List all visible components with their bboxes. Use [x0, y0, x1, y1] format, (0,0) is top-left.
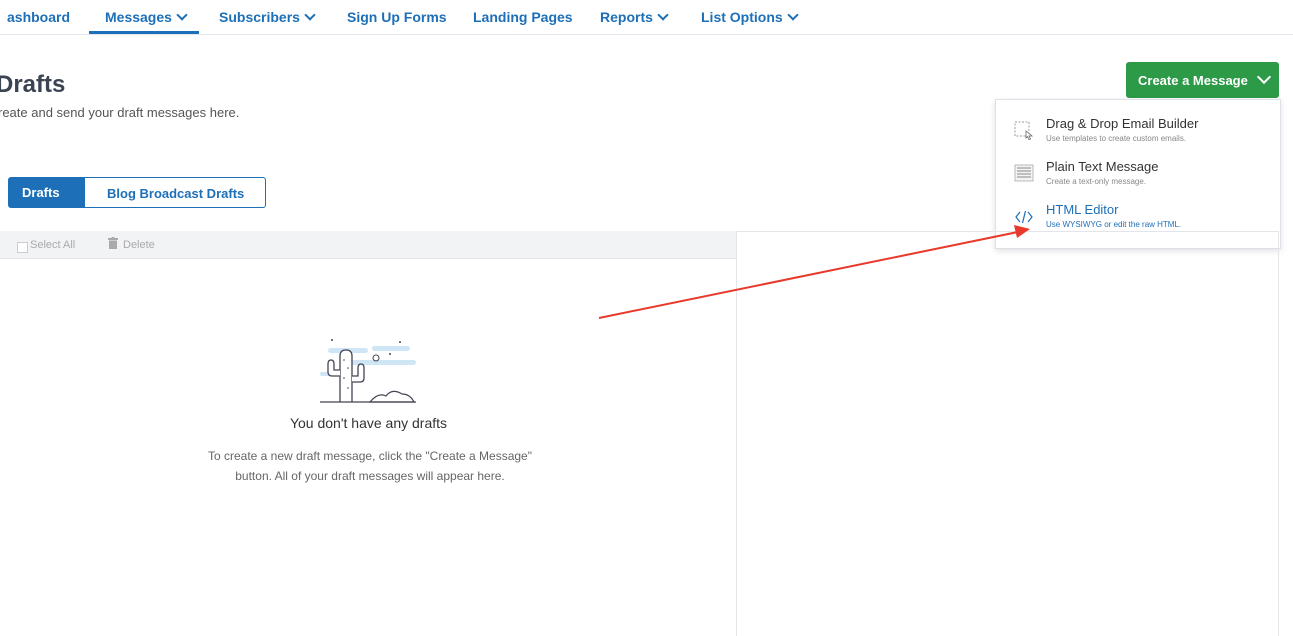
nav-messages[interactable]: Messages — [105, 9, 188, 25]
empty-state-description: To create a new draft message, click the… — [207, 449, 532, 483]
menu-item-html-editor[interactable]: HTML Editor Use WYSIWYG or edit the raw … — [996, 202, 1280, 244]
nav-list-options[interactable]: List Options — [701, 9, 799, 25]
preview-panel-border — [737, 231, 1279, 232]
panel-divider — [736, 231, 737, 636]
create-message-button[interactable]: Create a Message — [1126, 62, 1279, 98]
create-message-dropdown: Drag & Drop Email Builder Use templates … — [995, 99, 1281, 249]
preview-panel-edge — [1278, 231, 1279, 636]
create-message-label: Create a Message — [1138, 73, 1248, 88]
menu-item-desc: Create a text-only message. — [1046, 177, 1147, 186]
nav-subscribers[interactable]: Subscribers — [219, 9, 316, 25]
chevron-down-icon — [1256, 69, 1272, 85]
menu-item-desc: Use templates to create custom emails. — [1046, 134, 1187, 143]
chevron-down-icon — [304, 9, 316, 21]
tab-blog-broadcast-drafts[interactable]: Blog Broadcast Drafts — [85, 177, 266, 208]
code-icon — [1015, 210, 1033, 224]
top-nav: ashboard Messages Subscribers Sign Up Fo… — [0, 0, 1293, 35]
select-all-checkbox[interactable] — [17, 242, 28, 253]
menu-item-drag-drop[interactable]: Drag & Drop Email Builder Use templates … — [996, 116, 1280, 158]
tab-drafts[interactable]: Drafts — [8, 177, 85, 208]
chevron-down-icon — [176, 9, 188, 21]
annotation-arrow — [598, 225, 1030, 319]
nav-signup-forms[interactable]: Sign Up Forms — [347, 9, 447, 25]
drag-drop-icon — [1014, 121, 1034, 140]
menu-item-plain-text[interactable]: Plain Text Message Create a text-only me… — [996, 159, 1280, 201]
menu-item-title: Drag & Drop Email Builder — [1046, 116, 1199, 131]
menu-item-title: Plain Text Message — [1046, 159, 1159, 174]
nav-dashboard[interactable]: ashboard — [7, 9, 70, 25]
empty-state-title: You don't have any drafts — [289, 415, 448, 431]
list-toolbar: Select All Delete — [0, 231, 737, 259]
chevron-down-icon — [657, 9, 669, 21]
nav-reports[interactable]: Reports — [600, 9, 669, 25]
select-all-label[interactable]: Select All — [30, 239, 75, 251]
menu-item-title: HTML Editor — [1046, 202, 1119, 217]
plain-text-icon — [1014, 164, 1034, 182]
delete-button[interactable]: Delete — [123, 239, 155, 251]
menu-item-desc: Use WYSIWYG or edit the raw HTML. — [1046, 220, 1182, 229]
nav-active-indicator — [89, 31, 199, 34]
nav-landing-pages[interactable]: Landing Pages — [473, 9, 573, 25]
page-title: Drafts — [0, 71, 66, 98]
trash-icon[interactable] — [108, 237, 118, 249]
page-subtitle: reate and send your draft messages here. — [0, 105, 240, 120]
chevron-down-icon — [787, 9, 799, 21]
cactus-illustration — [320, 339, 416, 403]
